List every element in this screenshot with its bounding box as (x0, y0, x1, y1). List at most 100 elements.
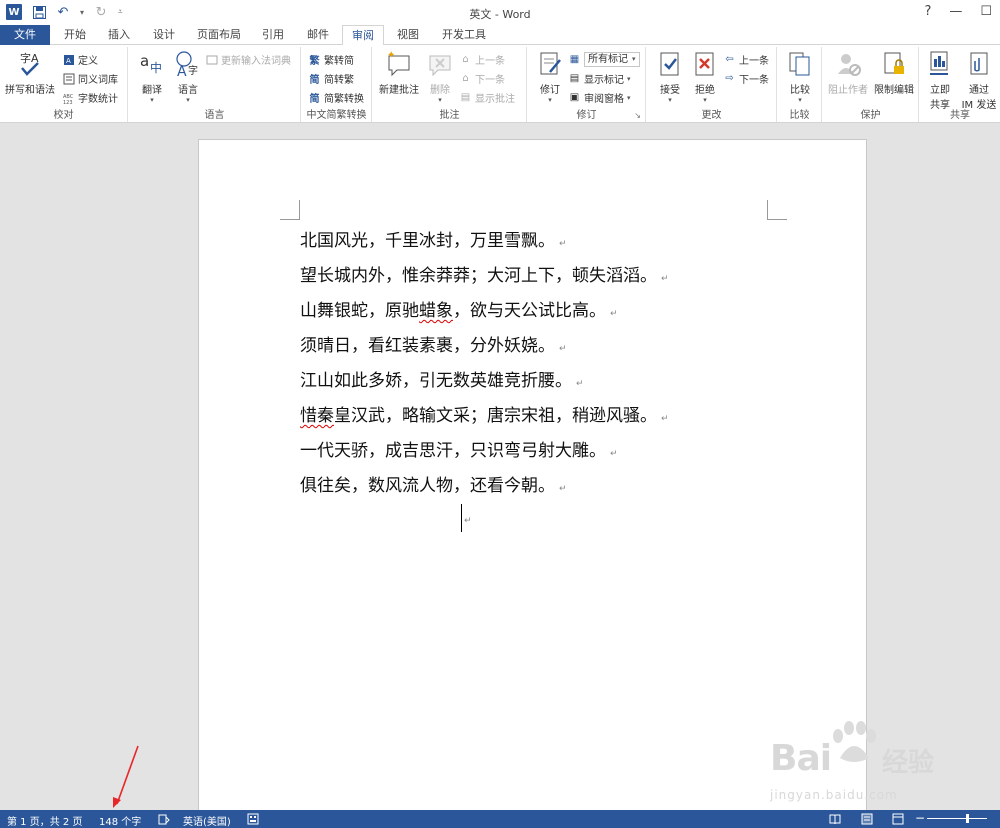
update-ime-dictionary-button[interactable]: 更新输入法词典 (205, 51, 291, 68)
proofing-status-icon[interactable] (157, 812, 170, 825)
help-button[interactable]: ? (924, 4, 931, 19)
accept-button[interactable]: 接受 ▾ (651, 49, 689, 104)
restrict-editing-button[interactable]: 限制编辑 (871, 49, 917, 96)
previous-change-button[interactable]: ⇦ 上一条 (723, 51, 769, 68)
document-workspace[interactable]: 北国风光，千里冰封，万里雪飘。 ↵ 望长城内外，惟余莽莽；大河上下，顿失滔滔。 ↵ … (0, 123, 1000, 819)
macro-record-icon[interactable] (246, 812, 259, 825)
document-body[interactable]: 北国风光，千里冰封，万里雪飘。 ↵ 望长城内外，惟余莽莽；大河上下，顿失滔滔。 ↵ … (300, 226, 669, 506)
simplified-traditional-convert-button[interactable]: 简 简繁转换 (308, 89, 365, 106)
next-change-button[interactable]: ⇨ 下一条 (723, 70, 769, 87)
read-mode-icon[interactable] (828, 812, 841, 825)
reject-label: 拒绝 (695, 85, 715, 96)
undo-icon[interactable]: ↶ (56, 5, 70, 20)
line-text: 山舞银蛇，原驰 (300, 301, 419, 321)
tab-layout[interactable]: 页面布局 (190, 25, 248, 45)
new-comment-label: 新建批注 (379, 85, 419, 96)
send-by-im-button[interactable]: 通过 IM 发送 (958, 49, 1000, 111)
track-changes-button[interactable]: 修订 ▾ (532, 49, 568, 104)
line-text: 皇汉武，略输文采；唐宗宋祖，稍逊风骚。 (334, 406, 657, 426)
text-cursor (461, 504, 462, 532)
reviewing-pane-button[interactable]: ▣ 审阅窗格 ▾ (568, 89, 631, 106)
block-authors-label: 阻止作者 (828, 85, 868, 96)
tab-references[interactable]: 引用 (254, 25, 292, 45)
language-status[interactable]: 英语(美国) (183, 813, 231, 828)
page-indicator[interactable]: 第 1 页，共 2 页 (7, 813, 82, 828)
compare-dropdown-icon: ▾ (798, 96, 802, 104)
zoom-slider[interactable] (927, 818, 987, 819)
maximize-button[interactable]: ☐ (980, 4, 992, 19)
tracking-options-launcher-icon[interactable]: ↘ (634, 111, 641, 120)
redo-icon[interactable]: ↻ (94, 5, 108, 20)
document-page[interactable]: 北国风光，千里冰封，万里雪飘。 ↵ 望长城内外，惟余莽莽；大河上下，顿失滔滔。 ↵ … (198, 139, 867, 819)
tab-file[interactable]: 文件 (0, 25, 50, 45)
show-comments-button[interactable]: ▤ 显示批注 (459, 89, 515, 106)
svg-text:123: 123 (63, 100, 73, 104)
restrict-editing-label: 限制编辑 (874, 85, 914, 96)
translate-button[interactable]: a中 翻译 ▾ (133, 49, 171, 104)
conversion-group-label: 中文简繁转换 (306, 110, 367, 121)
document-line[interactable]: 江山如此多娇，引无数英雄竞折腰。 ↵ (300, 366, 669, 401)
previous-comment-button[interactable]: ⌂ 上一条 (459, 51, 505, 68)
document-line[interactable]: 一代天骄，成吉思汗，只识弯弓射大雕。 ↵ (300, 436, 669, 471)
send-by-im-icon (964, 49, 994, 79)
markup-select[interactable]: ▦ 所有标记 ▾ (568, 51, 640, 68)
tracking-group: 修订 ▾ ▦ 所有标记 ▾ ▤ 显示标记 ▾ ▣ 审阅窗格 ▾ 修订 ↘ (528, 47, 646, 122)
word-logo-icon[interactable]: W (6, 4, 22, 20)
paragraph-mark-icon: ↵ (559, 484, 567, 494)
new-comment-button[interactable]: ✦ 新建批注 (377, 49, 421, 96)
tab-mailings[interactable]: 邮件 (299, 25, 337, 45)
word-count-status[interactable]: 148 个字 (99, 813, 141, 828)
reject-button[interactable]: 拒绝 ▾ (687, 49, 723, 104)
delete-comment-label: 删除 (430, 85, 450, 96)
spelling-grammar-button[interactable]: 字A 拼写和语法 (4, 49, 56, 96)
tab-review[interactable]: 审阅 (342, 25, 384, 46)
document-line[interactable]: 北国风光，千里冰封，万里雪飘。 ↵ (300, 226, 669, 261)
share-now-icon (925, 49, 955, 79)
print-layout-icon[interactable] (860, 812, 873, 825)
block-authors-button[interactable]: 阻止作者 (825, 49, 871, 96)
next-comment-button[interactable]: ⌂ 下一条 (459, 70, 505, 87)
svg-text:a: a (140, 52, 149, 70)
tab-developer[interactable]: 开发工具 (434, 25, 494, 45)
document-line[interactable]: 山舞银蛇，原驰蜡象，欲与天公试比高。 ↵ (300, 296, 669, 331)
delete-comment-button[interactable]: 删除 ▾ (423, 49, 457, 104)
define-button[interactable]: A 定义 (62, 51, 98, 68)
zoom-slider-thumb[interactable] (966, 814, 969, 823)
tab-design[interactable]: 设计 (145, 25, 183, 45)
document-line[interactable]: 俱往矣，数风流人物，还看今朝。 ↵ (300, 471, 669, 506)
document-line[interactable]: 望长城内外，惟余莽莽；大河上下，顿失滔滔。 ↵ (300, 261, 669, 296)
send-by-im-label-line1: 通过 (969, 85, 989, 96)
convert-label: 简繁转换 (324, 94, 364, 105)
previous-change-label: 上一条 (739, 56, 769, 67)
tab-view[interactable]: 视图 (389, 25, 427, 45)
update-ime-label: 更新输入法词典 (221, 56, 291, 67)
thesaurus-button[interactable]: 同义词库 (62, 70, 118, 87)
to-traditional-button[interactable]: 简 简转繁 (308, 70, 355, 87)
zoom-out-button[interactable]: − (915, 811, 925, 825)
language-dropdown-icon: ▾ (186, 96, 190, 104)
customize-qat-icon[interactable]: ⩡ (118, 7, 123, 17)
save-icon[interactable] (32, 5, 46, 19)
web-layout-icon[interactable] (891, 812, 904, 825)
reviewing-pane-label: 审阅窗格 (584, 94, 624, 105)
document-line[interactable]: 须晴日，看红装素裹，分外妖娆。 ↵ (300, 331, 669, 366)
to-simplified-button[interactable]: 繁 繁转简 (308, 51, 355, 68)
share-now-button[interactable]: 立即 共享 (922, 49, 958, 111)
paragraph-mark-icon: ↵ (559, 344, 567, 354)
dictionary-icon: A (62, 53, 75, 66)
line-text: 江山如此多娇，引无数英雄竞折腰。 (300, 371, 572, 391)
document-line[interactable]: 惜秦皇汉武，略输文采；唐宗宋祖，稍逊风骚。 ↵ (300, 401, 669, 436)
traditional-to-simplified-icon: 繁 (309, 56, 320, 67)
spelling-error-text[interactable]: 蜡象 (419, 301, 453, 321)
minimize-button[interactable]: — (949, 4, 962, 19)
language-button[interactable]: A字 语言 ▾ (169, 49, 207, 104)
window-title: 英文 - Word (469, 8, 531, 21)
word-count-button[interactable]: ABC 123 字数统计 (62, 89, 119, 106)
spelling-error-text[interactable]: 惜秦 (300, 406, 334, 426)
tab-insert[interactable]: 插入 (100, 25, 138, 45)
accept-dropdown-icon: ▾ (668, 96, 672, 104)
compare-button[interactable]: 比较 ▾ (782, 49, 818, 104)
tab-home[interactable]: 开始 (56, 25, 94, 45)
undo-dropdown-icon[interactable]: ▾ (80, 8, 84, 17)
show-markup-button[interactable]: ▤ 显示标记 ▾ (568, 70, 631, 87)
